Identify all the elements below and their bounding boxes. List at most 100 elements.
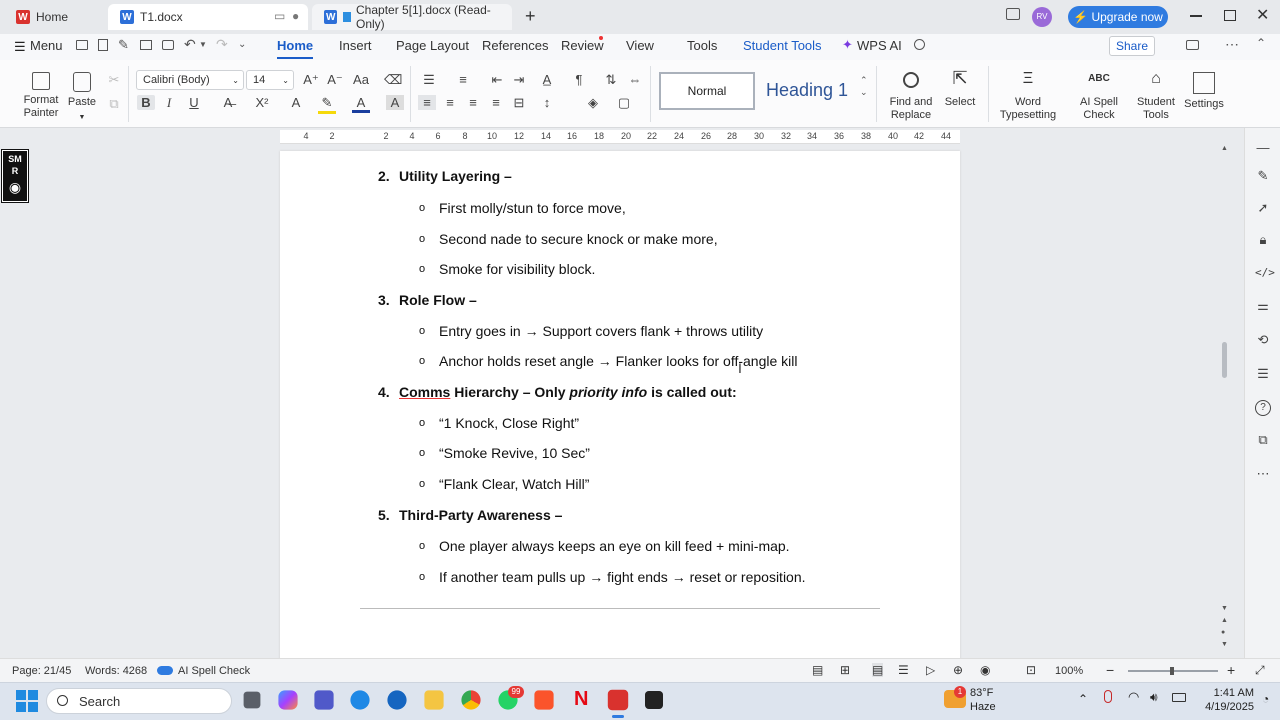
styles-more-icon[interactable]: ⌃ ⌄ bbox=[860, 74, 868, 98]
outline-view-icon[interactable]: ☰ bbox=[898, 663, 909, 677]
borders-icon[interactable]: ▢ bbox=[615, 95, 633, 111]
shading-icon[interactable]: ◈ bbox=[584, 95, 602, 111]
strikethrough-icon[interactable]: A̶ bbox=[219, 95, 237, 110]
distributed-icon[interactable]: ⊟ bbox=[510, 95, 528, 111]
document-page[interactable]: 2. Utility Layering – o First molly/stun… bbox=[280, 151, 960, 661]
tab-home[interactable]: W Home bbox=[4, 4, 106, 30]
menu-student-tools[interactable]: Student Tools bbox=[743, 38, 822, 53]
pointer-icon[interactable]: ➚ bbox=[1255, 200, 1271, 216]
weather-temp[interactable]: 83°F bbox=[970, 687, 993, 699]
minimize-panel-icon[interactable]: — bbox=[1255, 140, 1271, 156]
font-name-select[interactable]: Calibri (Body) ⌄ bbox=[136, 70, 244, 90]
line-spacing-icon[interactable]: ↕ bbox=[538, 95, 556, 110]
app-extra-icon[interactable] bbox=[645, 691, 663, 709]
align-left-icon[interactable]: ≡ bbox=[418, 95, 436, 110]
new-tab-plus-icon[interactable]: + bbox=[525, 6, 536, 27]
hamburger-icon[interactable]: ☰ bbox=[14, 39, 26, 55]
zoom-slider-thumb[interactable] bbox=[1170, 667, 1174, 675]
folder-icon[interactable] bbox=[76, 40, 88, 50]
play-icon[interactable]: ▷ bbox=[926, 663, 935, 677]
chevron-up-icon[interactable]: ⌃ bbox=[1078, 692, 1088, 706]
minimize-icon[interactable] bbox=[1190, 15, 1202, 17]
align-right-icon[interactable]: ≡ bbox=[464, 95, 482, 110]
numbering-icon[interactable]: ≡ bbox=[454, 72, 472, 87]
pen-icon[interactable]: ✎ bbox=[1255, 168, 1271, 184]
print-preview-icon[interactable] bbox=[162, 40, 174, 50]
italic-icon[interactable]: I bbox=[160, 95, 178, 111]
search-icon[interactable] bbox=[914, 39, 925, 50]
asian-layout-icon[interactable]: A̲ bbox=[538, 72, 556, 87]
volume-icon[interactable]: 🔊︎ bbox=[1150, 690, 1158, 705]
tab-chapter5[interactable]: W Chapter 5[1].docx (Read-Only) bbox=[312, 3, 512, 31]
notification-bell-icon[interactable]: ◔ bbox=[1262, 692, 1269, 706]
windows-start-icon[interactable] bbox=[16, 690, 38, 712]
wps-taskbar-icon[interactable] bbox=[607, 689, 629, 711]
find-replace-button[interactable]: Find and Replace bbox=[884, 72, 938, 122]
student-tools-button[interactable]: ⌂ Student Tools bbox=[1134, 71, 1178, 122]
zoom-in-icon[interactable]: + bbox=[1227, 662, 1235, 678]
avatar[interactable]: RV bbox=[1032, 7, 1052, 27]
justify-icon[interactable]: ≡ bbox=[487, 95, 505, 110]
chrome-icon[interactable] bbox=[461, 690, 481, 710]
cut-icon[interactable]: ✂ bbox=[105, 72, 123, 88]
decrease-indent-icon[interactable]: ⇤ bbox=[488, 72, 506, 88]
sliders-icon[interactable]: ⚌ bbox=[1255, 298, 1271, 314]
fit-page-icon[interactable]: ⊡ bbox=[1026, 663, 1036, 677]
more-tools-icon[interactable]: ⋯ bbox=[1255, 466, 1271, 482]
teams-icon[interactable] bbox=[314, 690, 334, 710]
share-button[interactable]: Share bbox=[1109, 36, 1155, 56]
export-pdf-icon[interactable]: ✎ bbox=[118, 37, 129, 53]
style-heading-1[interactable]: Heading 1 bbox=[757, 72, 857, 110]
upgrade-button[interactable]: ⚡ Upgrade now bbox=[1068, 6, 1168, 28]
tab-stop-icon[interactable]: ⇔ bbox=[626, 72, 644, 87]
more-options-icon[interactable]: ⋯ bbox=[1225, 36, 1239, 53]
history-icon[interactable]: ⟲ bbox=[1255, 332, 1271, 348]
paragraph-mark-icon[interactable]: ¶ bbox=[570, 72, 588, 87]
brave-icon[interactable] bbox=[534, 690, 554, 710]
close-icon[interactable]: ✕ bbox=[1256, 5, 1269, 25]
edge-alt-icon[interactable] bbox=[350, 690, 370, 710]
spell-check-toggle[interactable] bbox=[157, 666, 173, 675]
layers-icon[interactable]: ☰ bbox=[1255, 366, 1271, 382]
microphone-icon[interactable] bbox=[1104, 690, 1112, 703]
format-painter-button[interactable]: Format Painter bbox=[18, 72, 64, 120]
underline-icon[interactable]: U bbox=[185, 95, 203, 110]
char-shading-icon[interactable]: A bbox=[386, 95, 404, 110]
superscript-icon[interactable]: X² bbox=[253, 95, 271, 110]
menu-review[interactable]: Review bbox=[561, 38, 604, 53]
more-dropdown-icon[interactable]: ⌄ bbox=[238, 39, 246, 50]
undo-dropdown-icon[interactable]: ▼ bbox=[199, 40, 207, 49]
grow-font-icon[interactable]: A⁺ bbox=[302, 72, 320, 88]
style-normal[interactable]: Normal bbox=[659, 72, 755, 110]
font-size-select[interactable]: 14 ⌄ bbox=[246, 70, 294, 90]
shrink-font-icon[interactable]: A⁻ bbox=[326, 72, 344, 88]
bullets-icon[interactable]: ☰ bbox=[420, 72, 438, 88]
scroll-up-icon[interactable]: ▲ bbox=[1221, 145, 1228, 152]
menu-view[interactable]: View bbox=[626, 38, 654, 53]
collapse-ribbon-icon[interactable]: ⌃ bbox=[1256, 36, 1266, 50]
clock-time[interactable]: 1:41 AM bbox=[1206, 687, 1254, 699]
text-effect-icon[interactable]: A bbox=[287, 95, 305, 110]
read-mode-icon[interactable]: ▤ bbox=[812, 663, 823, 677]
menu-references[interactable]: References bbox=[482, 38, 548, 53]
page-indicator[interactable]: Page: 21/45 bbox=[12, 665, 71, 677]
prev-page-icon[interactable]: ▲ bbox=[1221, 617, 1228, 624]
menu-insert[interactable]: Insert bbox=[339, 38, 372, 53]
menu-page-layout[interactable]: Page Layout bbox=[396, 38, 469, 53]
screen-icon[interactable]: ▭ bbox=[274, 9, 285, 23]
next-page-icon[interactable]: ▼ bbox=[1221, 641, 1228, 648]
lock-icon[interactable]: 🔒︎ bbox=[1255, 232, 1271, 248]
copilot-icon[interactable] bbox=[278, 690, 298, 710]
new-doc-icon[interactable] bbox=[98, 39, 108, 51]
browse-object-icon[interactable]: ● bbox=[1221, 629, 1225, 636]
web-layout-icon[interactable]: ⊕ bbox=[953, 663, 963, 677]
highlight-icon[interactable]: ✎ bbox=[318, 95, 336, 114]
battery-icon[interactable] bbox=[1172, 693, 1186, 702]
code-icon[interactable]: </> bbox=[1255, 266, 1275, 282]
menu-button[interactable]: Menu bbox=[30, 38, 63, 53]
scroll-down-icon[interactable]: ▼ bbox=[1221, 605, 1228, 612]
window-restore-alt-icon[interactable] bbox=[1006, 8, 1020, 20]
change-case-icon[interactable]: Aa bbox=[352, 72, 370, 87]
word-typesetting-button[interactable]: Ξ Word Typesetting bbox=[996, 71, 1060, 122]
app-icon[interactable] bbox=[387, 690, 407, 710]
